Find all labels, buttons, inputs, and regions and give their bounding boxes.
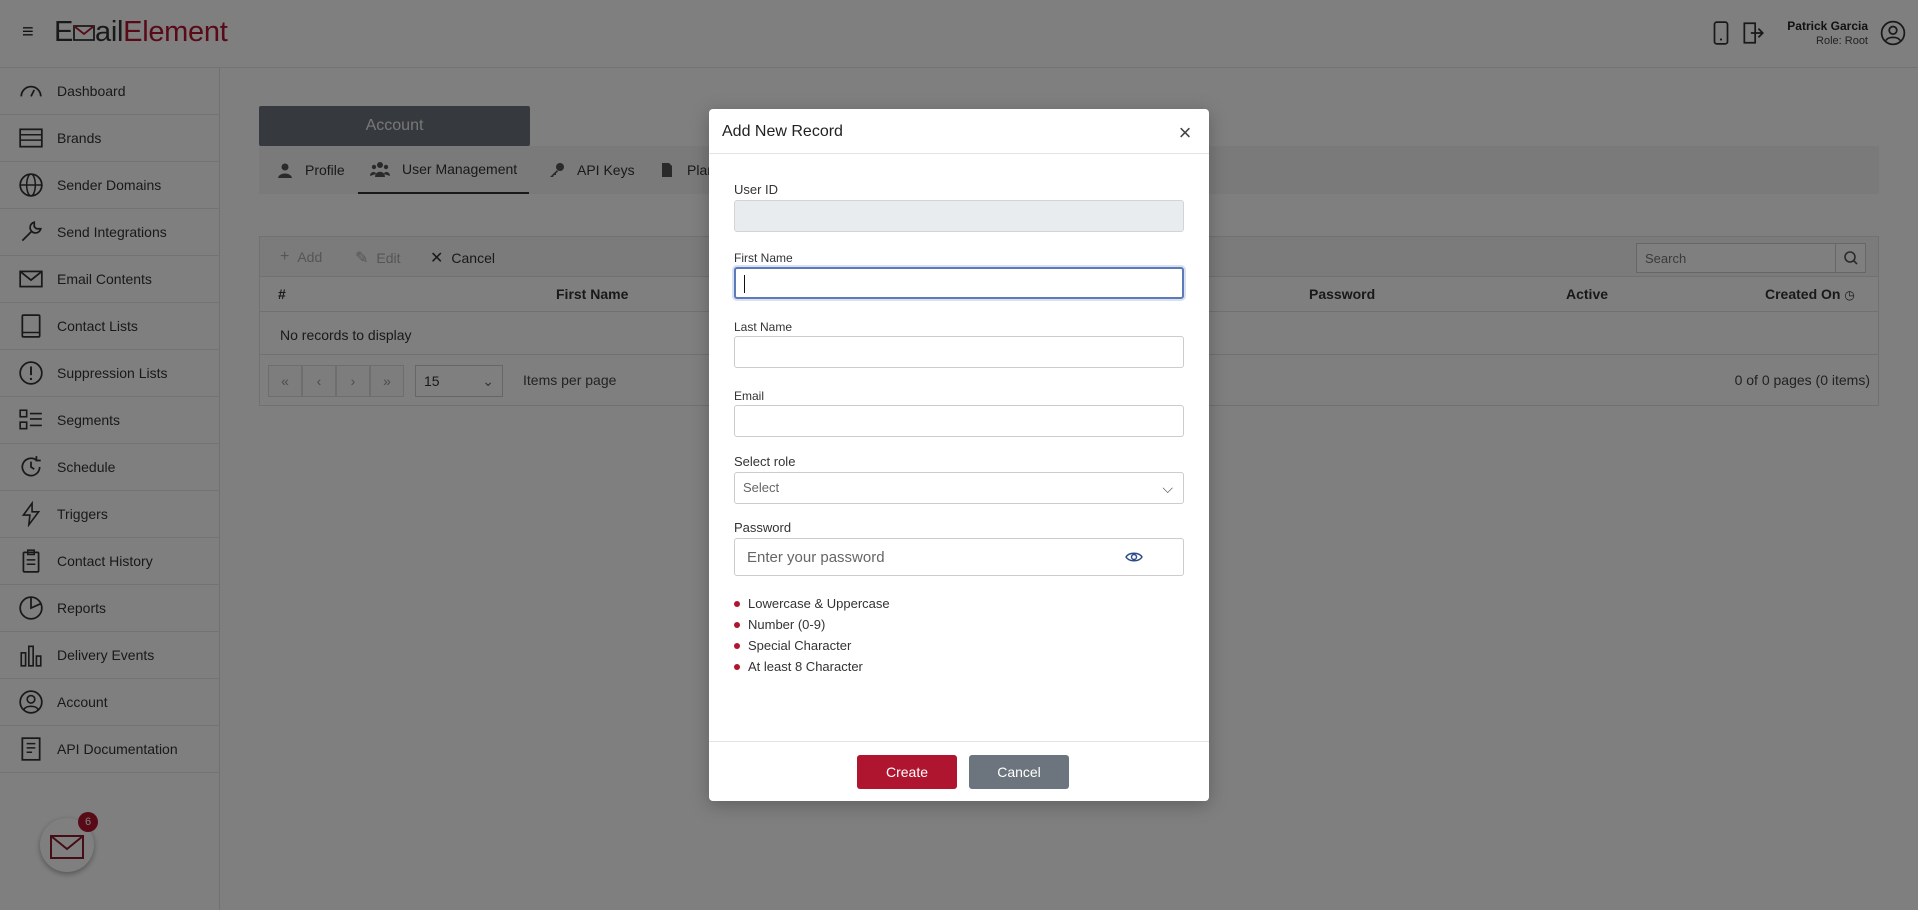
dialog-header-divider: [709, 153, 1209, 154]
requirement-item: At least 8 Character: [734, 659, 863, 674]
bullet-dot: [734, 600, 740, 607]
cancel-button[interactable]: Cancel: [969, 755, 1069, 789]
close-icon[interactable]: ×: [1175, 122, 1195, 144]
user-id-label: User ID: [734, 182, 779, 197]
bullet-dot: [734, 663, 740, 670]
email-label: Email: [734, 389, 765, 403]
create-button[interactable]: Create: [857, 755, 957, 789]
role-label: Select role: [734, 454, 796, 469]
password-field[interactable]: Enter your password: [734, 538, 1184, 576]
password-label: Password: [734, 520, 792, 535]
requirement-item: Number (0-9): [734, 617, 825, 632]
requirement-item: Lowercase & Uppercase: [734, 596, 890, 611]
eye-icon[interactable]: [1125, 549, 1143, 565]
requirement-text: At least 8 Character: [748, 659, 863, 674]
user-id-field: [734, 200, 1184, 232]
first-name-field[interactable]: [734, 267, 1184, 299]
role-select[interactable]: Select ⌵: [734, 472, 1184, 504]
bullet-dot: [734, 642, 740, 649]
requirement-item: Special Character: [734, 638, 851, 653]
requirement-text: Special Character: [748, 638, 852, 653]
role-select-value: Select: [743, 480, 780, 495]
last-name-field[interactable]: [734, 336, 1184, 368]
email-field[interactable]: [734, 405, 1184, 437]
add-record-dialog: Add New Record × User ID First Name Last…: [709, 109, 1209, 801]
chevron-down-icon: ⌵: [1162, 480, 1173, 496]
requirement-text: Number (0-9): [748, 617, 826, 632]
dialog-title: Add New Record: [722, 123, 843, 140]
first-name-label: First Name: [734, 251, 793, 265]
requirement-text: Lowercase & Uppercase: [748, 596, 890, 611]
text-caret: [744, 275, 745, 293]
password-placeholder: Enter your password: [747, 549, 885, 566]
last-name-label: Last Name: [734, 320, 793, 334]
bullet-dot: [734, 621, 740, 628]
dialog-footer-divider: [709, 741, 1209, 742]
